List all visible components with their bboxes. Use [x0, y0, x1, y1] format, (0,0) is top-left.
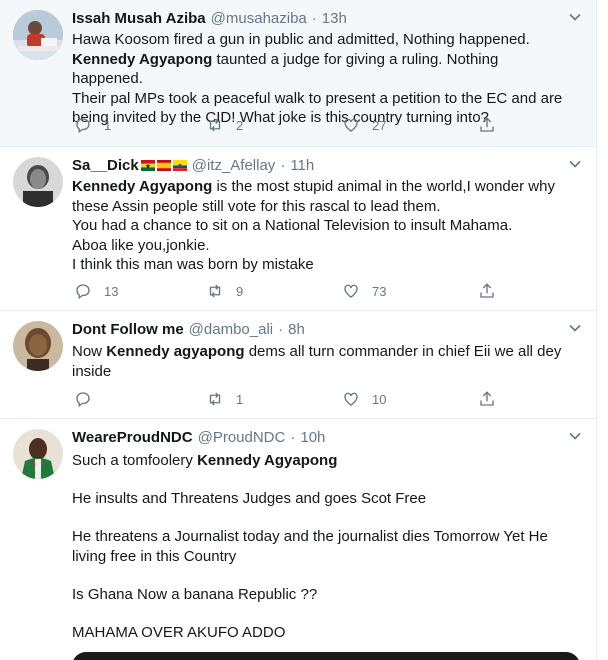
tweet-line: living free in this Country — [72, 547, 237, 565]
tweet-line: Kennedy Agyapong taunted a judge for giv… — [72, 50, 499, 88]
tweet-line: these Assin people still vote for this r… — [72, 197, 441, 215]
tweet-line: Aboa like you,jonkie. — [72, 236, 210, 254]
separator-dot: · — [311, 9, 317, 27]
like-button[interactable]: 27 — [342, 116, 386, 134]
highlighted-keyword: Kennedy Agyapong — [72, 178, 213, 195]
reply-button[interactable]: 1 — [74, 116, 111, 134]
tweet-text: Kennedy Agyapong is the most stupid anim… — [72, 177, 567, 275]
retweet-count: 2 — [236, 117, 244, 133]
chevron-down-icon[interactable] — [567, 320, 583, 336]
tweet-line: He insults and Threatens Judges and goes… — [72, 490, 427, 507]
retweet-button[interactable]: 1 — [206, 390, 243, 408]
tweet-timestamp[interactable]: 11h — [290, 157, 314, 174]
avatar[interactable] — [13, 429, 63, 479]
tweet-line: inside — [72, 362, 112, 380]
avatar[interactable] — [13, 321, 63, 371]
like-button[interactable]: 73 — [342, 282, 386, 300]
tweet-text: Now Kennedy agyapong dems all turn comma… — [72, 342, 567, 381]
chevron-down-icon[interactable] — [567, 428, 583, 444]
avatar[interactable] — [13, 10, 63, 60]
retweet-button[interactable]: 9 — [206, 282, 243, 300]
tweet-header: Issah Musah Aziba @musahaziba · 13h — [72, 8, 557, 28]
tweet[interactable]: WeareProudNDC @ProudNDC · 10h Such a tom… — [0, 419, 596, 660]
tweet-line: You had a chance to sit on a National Te… — [72, 217, 513, 234]
tweet-line: Hawa Koosom fired a gun in public and ad… — [72, 31, 530, 48]
author-name[interactable]: Sa__Dick — [72, 157, 139, 174]
author-handle[interactable]: @ProudNDC — [198, 429, 286, 446]
tweet-line: Now Kennedy agyapong dems all turn comma… — [72, 343, 562, 360]
reply-button[interactable]: 13 — [74, 282, 118, 300]
share-button[interactable] — [478, 116, 496, 134]
highlighted-keyword: Kennedy agyapong — [106, 343, 245, 360]
share-icon — [480, 391, 494, 406]
chevron-down-icon[interactable] — [567, 9, 583, 25]
media-preview[interactable] — [72, 652, 580, 660]
author-name[interactable]: Issah Musah Aziba — [72, 10, 206, 27]
tweet[interactable]: Dont Follow me @dambo_ali · 8h Now Kenne… — [0, 311, 596, 419]
retweet-count: 9 — [236, 283, 244, 299]
highlighted-keyword: Kennedy Agyapong — [72, 50, 213, 68]
flag-emojis — [140, 159, 187, 171]
tweet-timestamp[interactable]: 10h — [300, 429, 325, 446]
tweet-timestamp[interactable]: 13h — [322, 10, 347, 27]
author-handle[interactable]: @musahaziba — [211, 10, 307, 27]
reply-icon — [76, 118, 90, 134]
separator-dot: · — [280, 156, 286, 174]
tweet-header: Dont Follow me @dambo_ali · 8h — [72, 319, 557, 339]
tweet-line: Such a tomfoolery Kennedy Agyapong — [72, 452, 338, 469]
tweet-header: Sa__Dick @itz_Afellay · 11h — [72, 155, 557, 175]
like-count: 27 — [372, 117, 387, 133]
tweet-line: Is Ghana Now a banana Republic ?? — [72, 585, 318, 603]
reply-button[interactable] — [74, 390, 92, 408]
heart-icon — [344, 392, 358, 406]
highlighted-keyword: Kennedy Agyapong — [197, 452, 338, 469]
tweet-actions: 1 10 — [72, 390, 502, 410]
reply-count: 13 — [104, 283, 119, 299]
avatar[interactable] — [13, 157, 63, 207]
separator-dot: · — [290, 428, 296, 446]
spain-flag-icon — [156, 159, 171, 171]
share-icon — [480, 117, 494, 132]
tweet-line: Kennedy Agyapong is the most stupid anim… — [72, 178, 555, 195]
separator-dot: · — [278, 320, 284, 338]
tweet-text: Hawa Koosom fired a gun in public and ad… — [72, 30, 567, 128]
tweet-line: I think this man was born by mistake — [72, 256, 314, 273]
share-icon — [480, 283, 494, 298]
retweet-count: 1 — [236, 391, 244, 407]
retweet-icon — [209, 392, 221, 406]
like-button[interactable]: 10 — [342, 390, 386, 408]
tweet[interactable]: Sa__Dick @itz_Afellay · 11h Kennedy Agya… — [0, 147, 596, 311]
heart-icon — [344, 284, 358, 298]
tweet-actions: 1 2 27 — [72, 116, 502, 136]
tweet-timestamp[interactable]: 8h — [288, 321, 305, 338]
tweet-line: MAHAMA OVER AKUFO ADDO — [72, 623, 286, 641]
like-count: 73 — [372, 283, 387, 299]
tweet-line: He threatens a Journalist today and the … — [72, 528, 548, 545]
like-count: 10 — [372, 391, 387, 407]
share-button[interactable] — [478, 282, 496, 300]
retweet-icon — [209, 284, 221, 298]
author-name[interactable]: WeareProudNDC — [72, 429, 193, 446]
ghana-flag-icon — [140, 159, 155, 171]
heart-icon — [344, 118, 358, 132]
author-handle[interactable]: @dambo_ali — [189, 321, 273, 338]
author-handle[interactable]: @itz_Afellay — [192, 157, 276, 174]
reply-icon — [76, 284, 90, 300]
retweet-icon — [209, 118, 221, 132]
tweet-actions: 13 9 73 — [72, 282, 502, 302]
tweet-feed: Issah Musah Aziba @musahaziba · 13h Hawa… — [0, 0, 597, 660]
author-name[interactable]: Dont Follow me — [72, 321, 184, 338]
chevron-down-icon[interactable] — [567, 156, 583, 172]
reply-icon — [76, 392, 90, 408]
reply-count: 1 — [104, 117, 112, 133]
tweet-header: WeareProudNDC @ProudNDC · 10h — [72, 427, 557, 447]
tweet[interactable]: Issah Musah Aziba @musahaziba · 13h Hawa… — [0, 0, 596, 147]
share-button[interactable] — [478, 390, 496, 408]
retweet-button[interactable]: 2 — [206, 116, 243, 134]
tweet-text: Such a tomfoolery Kennedy Agyapong He in… — [72, 451, 567, 642]
tweet-line: Their pal MPs took a peaceful walk to pr… — [72, 89, 563, 107]
ecuador-flag-icon — [172, 159, 187, 171]
